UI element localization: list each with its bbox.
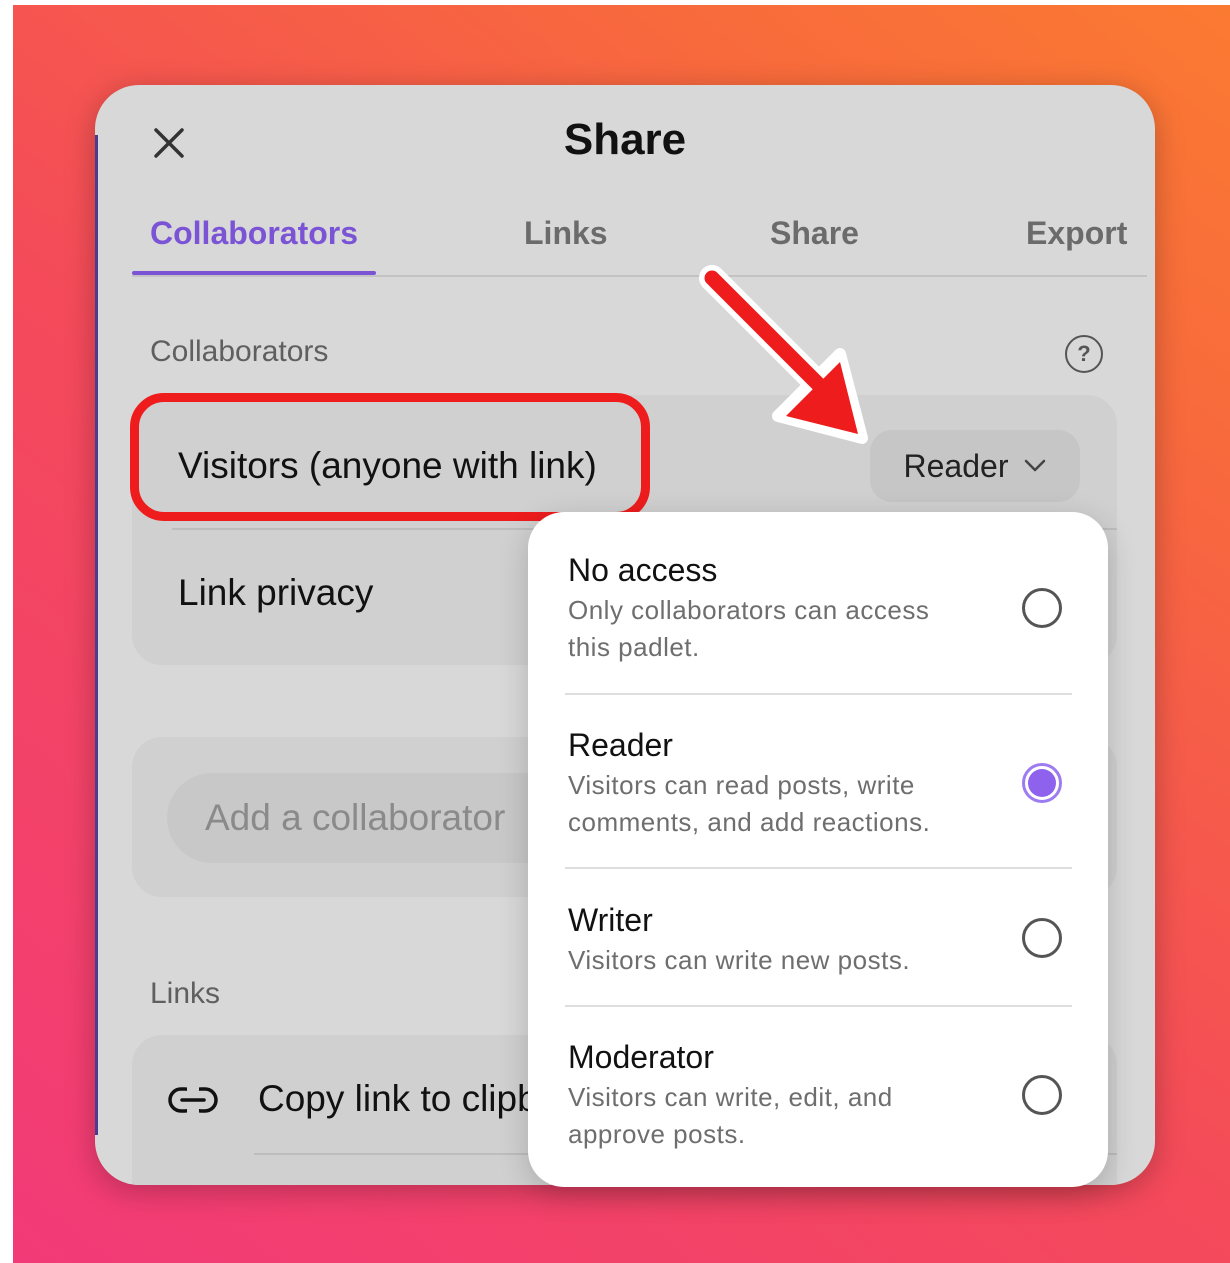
link-privacy-label[interactable]: Link privacy (178, 572, 373, 614)
add-collaborator-input[interactable] (167, 773, 587, 863)
visitor-role-select[interactable]: Reader (870, 430, 1080, 502)
window-edge (95, 135, 98, 1135)
radio-reader-selected[interactable] (1022, 763, 1062, 803)
radio-writer[interactable] (1022, 918, 1062, 958)
option-description: Only collaborators can access this padle… (568, 595, 930, 662)
chevron-down-icon (1025, 459, 1046, 472)
option-title: No access (568, 552, 718, 588)
option-description: Visitors can write, edit, and approve po… (568, 1082, 893, 1149)
option-description: Visitors can read posts, write comments,… (568, 770, 931, 837)
question-circle-icon: ? (1077, 341, 1091, 366)
annotation-highlight-box (130, 393, 650, 521)
tab-links[interactable]: Links (524, 215, 608, 252)
active-tab-indicator (132, 271, 376, 275)
role-option-moderator[interactable]: Moderator Visitors can write, edit, and … (528, 1007, 1108, 1187)
dialog-title: Share (563, 115, 687, 164)
role-option-no-access[interactable]: No access Only collaborators can access … (528, 512, 1108, 694)
tab-collaborators[interactable]: Collaborators (150, 215, 358, 252)
role-dropdown-menu: No access Only collaborators can access … (528, 512, 1108, 1187)
option-title: Reader (568, 727, 673, 763)
role-option-writer[interactable]: Writer Visitors can write new posts. (528, 869, 1108, 1005)
collaborators-section-label: Collaborators (150, 335, 329, 368)
tab-bar: Collaborators Links Share Export (132, 205, 1147, 277)
role-select-value: Reader (903, 447, 1009, 484)
role-option-reader[interactable]: Reader Visitors can read posts, write co… (528, 695, 1108, 867)
radio-no-access[interactable] (1022, 588, 1062, 628)
option-description: Visitors can write new posts. (568, 945, 911, 975)
link-icon (168, 1085, 218, 1115)
help-button[interactable]: ? (1065, 335, 1103, 373)
links-section-label: Links (150, 977, 221, 1010)
tab-share[interactable]: Share (770, 215, 859, 252)
radio-moderator[interactable] (1022, 1075, 1062, 1115)
option-title: Moderator (568, 1039, 714, 1075)
annotation-arrow-icon (699, 265, 868, 444)
option-title: Writer (568, 902, 653, 938)
tab-export[interactable]: Export (1026, 215, 1127, 252)
